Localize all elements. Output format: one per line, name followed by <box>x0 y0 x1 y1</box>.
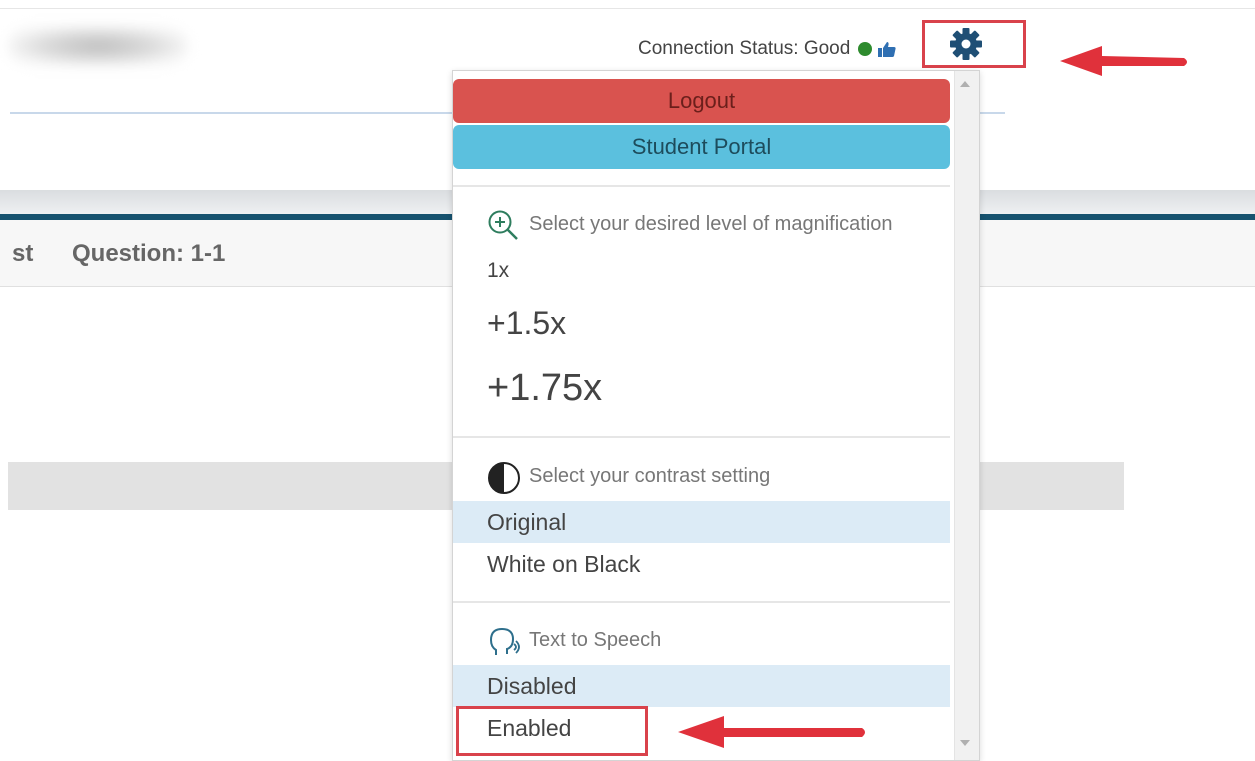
status-dot-icon <box>858 42 873 56</box>
tts-heading: Text to Speech <box>529 629 662 651</box>
section-divider <box>453 436 950 438</box>
thumbs-up-icon <box>878 42 896 57</box>
gear-icon[interactable] <box>949 27 983 61</box>
speaking-head-icon <box>489 627 520 655</box>
top-rule <box>0 8 1255 9</box>
logout-button[interactable]: Logout <box>453 79 950 123</box>
settings-highlight-box <box>922 20 1026 68</box>
section-divider <box>453 185 950 187</box>
magnification-heading: Select your desired level of magnificati… <box>529 213 893 235</box>
settings-dropdown: Logout Student Portal Select your desire… <box>452 70 980 761</box>
annotation-arrow-left-icon <box>1060 46 1187 76</box>
scroll-down-arrow-icon[interactable] <box>960 740 970 746</box>
section-divider <box>453 601 950 603</box>
contrast-icon <box>488 462 520 494</box>
dropdown-scrollbar[interactable] <box>954 71 979 760</box>
magnification-option-1-5x[interactable]: +1.5x <box>487 305 566 342</box>
connection-status: Connection Status: Good <box>638 38 896 60</box>
magnification-option-1-75x[interactable]: +1.75x <box>487 367 602 410</box>
zoom-in-icon <box>488 210 518 240</box>
contrast-option-original[interactable]: Original <box>453 501 950 543</box>
blurred-user-name <box>8 26 188 66</box>
contrast-heading: Select your contrast setting <box>529 465 771 487</box>
contrast-option-white-on-black[interactable]: White on Black <box>453 543 950 585</box>
enabled-highlight-box <box>456 706 648 756</box>
tts-option-disabled[interactable]: Disabled <box>453 665 950 707</box>
test-title-partial: st <box>12 240 34 267</box>
scroll-up-arrow-icon[interactable] <box>960 81 970 87</box>
connection-status-text: Connection Status: Good <box>638 38 851 59</box>
question-label: Question: 1-1 <box>72 240 226 267</box>
magnification-option-1x[interactable]: 1x <box>487 259 509 283</box>
student-portal-button[interactable]: Student Portal <box>453 125 950 169</box>
annotation-arrow-left-icon <box>678 716 865 748</box>
